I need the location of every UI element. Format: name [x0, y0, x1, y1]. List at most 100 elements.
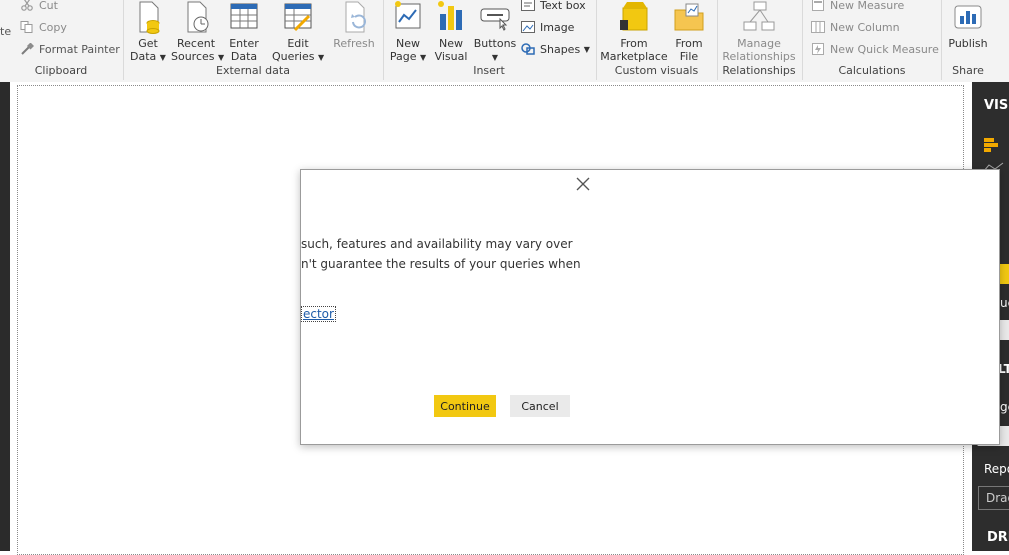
text-box-button[interactable]: Text box	[521, 0, 586, 14]
new-measure-button[interactable]: New Measure	[811, 0, 904, 14]
new-column-label: New Column	[830, 20, 900, 34]
button-icon	[478, 0, 512, 34]
format-painter-label: Format Painter	[39, 42, 120, 56]
enter-data-label-1: Enter	[229, 37, 259, 50]
text-box-icon	[521, 0, 535, 11]
brush-icon	[20, 42, 35, 55]
get-data-button[interactable]: Get Data ▼	[130, 0, 166, 64]
copy-button[interactable]: Copy	[20, 18, 67, 36]
shapes-icon	[521, 43, 535, 55]
refresh-icon	[337, 0, 371, 34]
refresh-button[interactable]: Refresh	[332, 0, 376, 50]
from-marketplace-label-2: Marketplace	[600, 50, 668, 63]
cancel-button[interactable]: Cancel	[510, 395, 570, 417]
quick-measure-icon	[811, 43, 825, 55]
stacked-bar-icon[interactable]	[982, 136, 1002, 154]
image-label: Image	[540, 20, 575, 34]
paste-label: te	[0, 24, 12, 38]
folder-icon	[672, 0, 706, 34]
custom-visuals-group-label: Custom visuals	[614, 64, 699, 77]
report-filters-well[interactable]: Drag	[978, 486, 1009, 510]
relationships-group-label: Relationships	[722, 64, 796, 77]
enter-data-label-2: Data	[230, 50, 258, 63]
new-page-icon	[391, 0, 425, 34]
bar-chart-icon	[434, 0, 468, 34]
publish-button[interactable]: Publish	[946, 0, 990, 50]
dropdown-caret-icon: ▼	[159, 53, 166, 62]
enter-data-button[interactable]: Enter Data	[226, 0, 262, 63]
recent-sources-icon	[179, 0, 213, 34]
buttons-button[interactable]: Buttons ▼	[473, 0, 517, 64]
edit-queries-button[interactable]: Edit Queries ▼	[272, 0, 324, 64]
marketplace-icon	[617, 0, 651, 34]
calculations-group-label: Calculations	[838, 64, 906, 77]
calculator-icon	[811, 0, 825, 11]
report-filters-label: Repo	[984, 462, 1009, 476]
from-marketplace-button[interactable]: From Marketplace	[600, 0, 668, 63]
connector-warning-dialog: such, features and availability may vary…	[300, 169, 1000, 445]
new-visual-label-1: New	[439, 37, 463, 50]
from-file-button[interactable]: From File	[672, 0, 706, 63]
publish-icon	[951, 0, 985, 34]
get-data-label-1: Get	[138, 37, 158, 50]
new-measure-label: New Measure	[830, 0, 905, 12]
shapes-button[interactable]: Shapes ▼	[521, 40, 590, 58]
cut-label: Cut	[39, 0, 58, 12]
close-icon[interactable]	[573, 174, 593, 194]
dropdown-caret-icon: ▼	[583, 44, 590, 54]
new-page-label-2: Page	[389, 50, 417, 63]
format-painter-button[interactable]: Format Painter	[20, 40, 120, 58]
dropdown-caret-icon: ▼	[218, 53, 225, 62]
text-box-label: Text box	[540, 0, 586, 12]
manage-relationships-button[interactable]: Manage Relationships	[722, 0, 796, 63]
manage-relationships-label-2: Relationships	[722, 50, 796, 63]
dropdown-caret-icon: ▼	[491, 53, 499, 62]
table-icon	[227, 0, 261, 34]
paste-button[interactable]: te	[0, 22, 11, 40]
external-data-group-label: External data	[216, 64, 290, 77]
fields-tab-indicator	[999, 264, 1009, 284]
left-nav-strip	[0, 82, 10, 551]
cut-button[interactable]: Cut	[20, 0, 58, 14]
drillthrough-header: DRI	[987, 530, 1009, 545]
relationships-icon	[742, 0, 776, 34]
column-icon	[811, 21, 825, 33]
shapes-label: Shapes	[540, 42, 581, 56]
new-quick-measure-button[interactable]: New Quick Measure	[811, 40, 939, 58]
database-icon	[131, 0, 165, 34]
dialog-message-line-2: n't guarantee the results of your querie…	[301, 257, 581, 271]
insert-group-label: Insert	[473, 64, 505, 77]
new-quick-measure-label: New Quick Measure	[830, 42, 939, 56]
clipboard-group-label: Clipboard	[34, 64, 88, 77]
scissors-icon	[20, 0, 34, 11]
recent-sources-button[interactable]: Recent Sources ▼	[171, 0, 225, 64]
from-file-label-1: From	[675, 37, 703, 50]
page-filters-label: ge	[1000, 400, 1009, 414]
edit-queries-label-1: Edit	[287, 37, 309, 50]
refresh-label: Refresh	[333, 37, 375, 50]
edit-queries-label-2: Queries	[272, 50, 315, 63]
ribbon: te Cut Copy Format Painter Clipboard Get…	[0, 0, 1009, 83]
recent-sources-label-1: Recent	[176, 37, 216, 50]
recent-sources-label-2: Sources	[171, 50, 215, 63]
new-page-button[interactable]: New Page ▼	[389, 0, 427, 64]
continue-button[interactable]: Continue	[434, 395, 496, 417]
dropdown-caret-icon: ▼	[317, 53, 325, 62]
copy-label: Copy	[39, 20, 67, 34]
visualizations-header: VISU	[984, 98, 1009, 113]
image-icon	[521, 21, 535, 33]
learn-more-link[interactable]: ector	[301, 306, 336, 322]
values-label: ue	[1000, 296, 1009, 310]
copy-icon	[20, 21, 34, 33]
new-column-button[interactable]: New Column	[811, 18, 900, 36]
get-data-label-2: Data	[130, 50, 157, 63]
buttons-label: Buttons	[473, 37, 517, 50]
manage-relationships-label-1: Manage	[737, 37, 781, 50]
dialog-message-line-1: such, features and availability may vary…	[301, 237, 573, 251]
edit-queries-icon	[281, 0, 315, 34]
dropdown-caret-icon: ▼	[419, 53, 427, 62]
image-button[interactable]: Image	[521, 18, 574, 36]
new-visual-button[interactable]: New Visual	[432, 0, 470, 63]
from-file-label-2: File	[679, 50, 699, 63]
share-group-label: Share	[952, 64, 984, 77]
